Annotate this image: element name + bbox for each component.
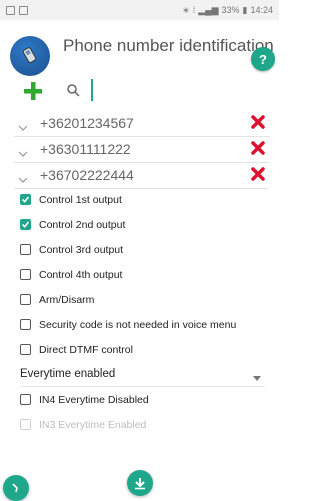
everytime-select[interactable]: Everytime enabled <box>20 362 265 387</box>
select-value: Everytime enabled <box>20 368 116 380</box>
phone-number: +36702222444 <box>40 167 134 183</box>
option-label: Direct DTMF control <box>39 343 133 356</box>
checkbox[interactable] <box>20 394 31 405</box>
phone-row[interactable]: +36301111222 <box>14 137 269 163</box>
checkbox[interactable] <box>20 294 31 305</box>
option-label: Security code is not needed in voice men… <box>39 318 237 331</box>
notification-icons <box>6 5 28 15</box>
options-list: Control 1st output Control 2nd output Co… <box>0 187 279 437</box>
option-arm-disarm[interactable]: Arm/Disarm <box>0 287 279 312</box>
clock: 14:24 <box>250 5 273 15</box>
option-security-code[interactable]: Security code is not needed in voice men… <box>0 312 279 337</box>
checkbox[interactable] <box>20 319 31 330</box>
phone-row[interactable]: +36702222444 <box>14 163 269 189</box>
page-title: Phone number identification <box>63 36 273 55</box>
battery-icon: ▮ <box>242 4 248 15</box>
option-in3-everytime-enabled: IN3 Everytime Enabled <box>0 412 279 437</box>
search-icon[interactable] <box>66 83 80 102</box>
download-button[interactable] <box>127 470 153 496</box>
option-label: Control 1st output <box>39 193 122 206</box>
phone-number: +36301111222 <box>40 141 131 157</box>
app-logo-icon <box>10 36 50 76</box>
option-control-3rd-output[interactable]: Control 3rd output <box>0 237 279 262</box>
battery-percent: 33% <box>221 5 240 15</box>
wrench-icon <box>12 483 18 493</box>
notification-icon <box>6 5 15 15</box>
phone-list: +36201234567 +36301111222 +36702222444 <box>0 111 279 189</box>
settings-button[interactable] <box>3 475 29 501</box>
help-button[interactable]: ? <box>251 47 275 71</box>
delete-icon[interactable] <box>251 141 265 160</box>
checkbox[interactable] <box>20 269 31 280</box>
checkbox[interactable] <box>20 194 31 205</box>
chevron-down-icon[interactable] <box>18 145 28 163</box>
option-label: Arm/Disarm <box>39 293 95 306</box>
checkbox[interactable] <box>20 244 31 255</box>
option-label: Control 3rd output <box>39 243 124 256</box>
signal-icon: ▂▄▆ <box>198 4 219 15</box>
app-header: Phone number identification ? <box>0 22 279 78</box>
gallery-icon <box>19 5 28 15</box>
bluetooth-icon: ∗ <box>182 4 190 15</box>
download-icon <box>135 478 145 490</box>
phone-row[interactable]: +36201234567 <box>14 111 269 137</box>
status-bar: ∗ ⁞ ▂▄▆ 33% ▮ 14:24 <box>0 0 279 20</box>
delete-icon[interactable] <box>251 115 265 134</box>
dropdown-arrow-icon[interactable] <box>253 372 261 384</box>
vibrate-icon: ⁞ <box>192 5 196 15</box>
option-label: Control 4th output <box>39 268 123 281</box>
status-icons: ∗ ⁞ ▂▄▆ 33% ▮ 14:24 <box>182 5 273 16</box>
chevron-down-icon[interactable] <box>18 119 28 137</box>
search-input[interactable] <box>91 79 261 101</box>
option-in4-everytime-disabled[interactable]: IN4 Everytime Disabled <box>0 387 279 412</box>
option-control-2nd-output[interactable]: Control 2nd output <box>0 212 279 237</box>
option-direct-dtmf[interactable]: Direct DTMF control <box>0 337 279 362</box>
option-control-1st-output[interactable]: Control 1st output <box>0 187 279 212</box>
option-label: Control 2nd output <box>39 218 126 231</box>
checkbox[interactable] <box>20 219 31 230</box>
option-label: IN4 Everytime Disabled <box>39 393 149 406</box>
option-label: IN3 Everytime Enabled <box>39 418 147 431</box>
toolbar <box>0 79 279 105</box>
checkbox <box>20 419 31 430</box>
option-control-4th-output[interactable]: Control 4th output <box>0 262 279 287</box>
checkbox[interactable] <box>20 344 31 355</box>
phone-number: +36201234567 <box>40 115 134 131</box>
add-icon[interactable] <box>23 81 43 106</box>
delete-icon[interactable] <box>251 167 265 186</box>
